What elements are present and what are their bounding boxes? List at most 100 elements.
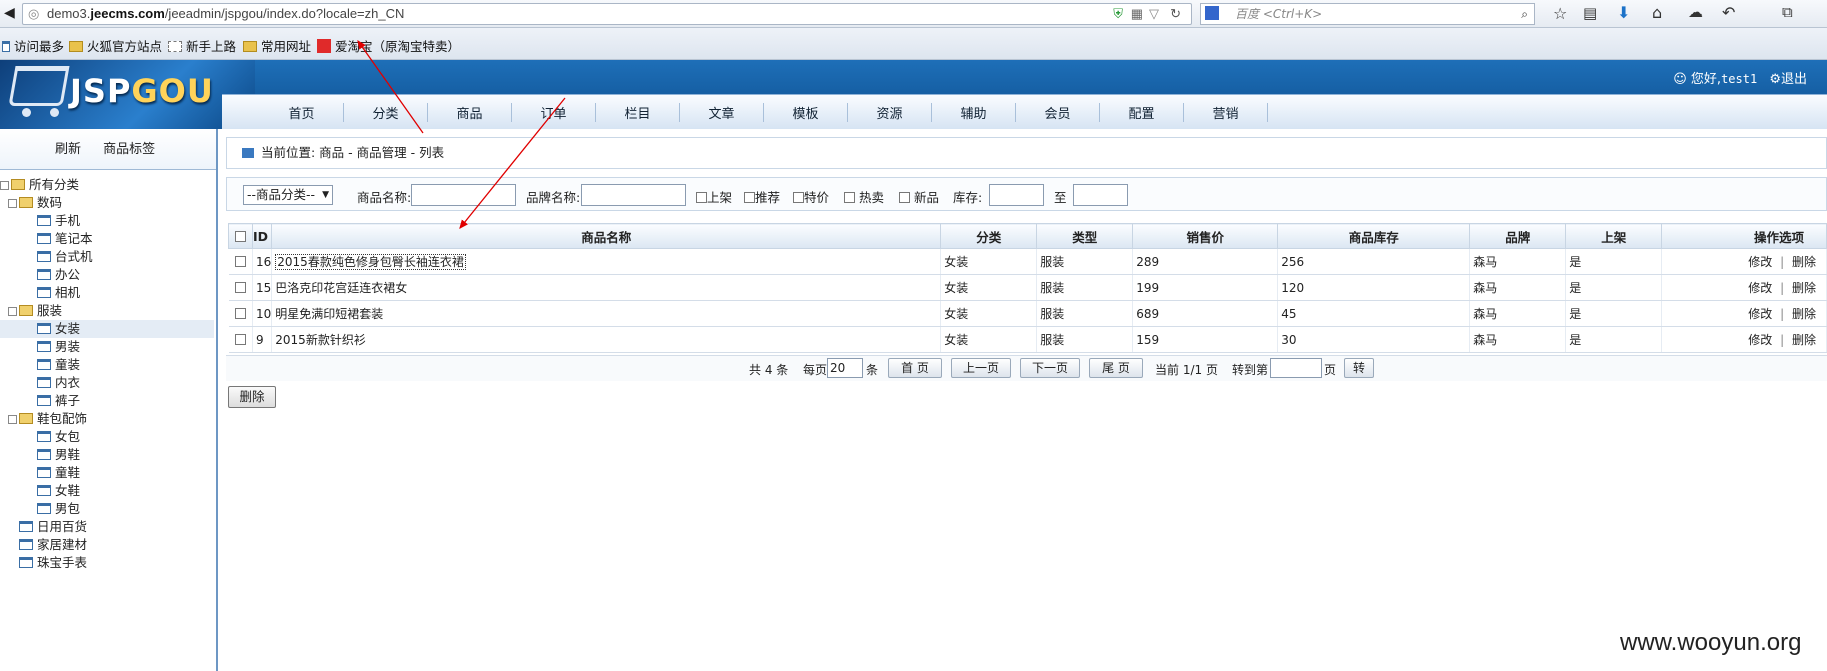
select-all-checkbox[interactable] [235,230,246,242]
nav-order[interactable]: 订单 [512,103,596,122]
nav-member[interactable]: 会员 [1016,103,1100,122]
delete-button[interactable]: 删除 [228,386,276,408]
checkbox[interactable] [899,192,910,203]
tree-item[interactable]: 数码 [0,194,214,212]
checkbox[interactable] [793,192,804,203]
nav-product[interactable]: 商品 [428,103,512,122]
crop-icon[interactable]: ⧉ [1782,3,1793,21]
prev-page-button[interactable]: 上一页 [951,358,1011,378]
nav-marketing[interactable]: 营销 [1184,103,1268,122]
bookmark-getting-started[interactable]: 新手上路 [168,36,236,55]
tree-item[interactable]: 男鞋 [0,446,214,464]
product-tags-link[interactable]: 商品标签 [103,142,155,157]
first-page-button[interactable]: 首 页 [888,358,942,378]
brand-name-input[interactable] [581,184,686,206]
tree-item[interactable]: 珠宝手表 [0,554,214,572]
nav-category[interactable]: 分类 [344,103,428,122]
delete-link[interactable]: 删除 [1792,333,1816,347]
tree-item[interactable]: 内衣 [0,374,214,392]
bookmark-most-visited[interactable]: 访问最多 [2,36,64,55]
goto-page-input[interactable] [1270,358,1322,378]
checkbox[interactable] [696,192,707,203]
row-select[interactable] [228,300,253,327]
address-bar[interactable]: ◎ demo3.jeecms.com/jeeadmin/jspgou/index… [22,3,1192,25]
collapse-icon[interactable] [0,181,9,190]
nav-resource[interactable]: 资源 [848,103,932,122]
row-checkbox[interactable] [234,255,246,267]
tree-item[interactable]: 女装 [0,320,214,338]
tree-item[interactable]: 相机 [0,284,214,302]
reading-list-icon[interactable]: ▤ [1583,4,1597,22]
new-filter[interactable]: 新品 [899,187,939,206]
tree-item[interactable]: 所有分类 [0,176,214,194]
checkbox[interactable] [844,192,855,203]
stock-min-input[interactable] [989,184,1044,206]
nav-assist[interactable]: 辅助 [932,103,1016,122]
row-checkbox[interactable] [234,307,246,319]
select-all-header[interactable] [228,223,253,249]
dropdown-icon[interactable]: ▽ [1149,4,1159,24]
goto-button[interactable]: 转 [1344,358,1374,378]
tree-item[interactable]: 童装 [0,356,214,374]
row-checkbox[interactable] [234,281,246,293]
tree-item[interactable]: 笔记本 [0,230,214,248]
product-name-input[interactable] [411,184,516,206]
hot-filter[interactable]: 热卖 [844,187,884,206]
tree-item[interactable]: 女鞋 [0,482,214,500]
logout-link[interactable]: ⚙退出 [1769,72,1807,87]
bookmark-aitaobao[interactable]: 爱淘宝（原淘宝特卖） [317,36,460,55]
tree-item[interactable]: 台式机 [0,248,214,266]
category-select[interactable]: --商品分类-- ▼ [243,185,333,205]
download-icon[interactable]: ⬇ [1617,3,1630,22]
nav-home[interactable]: 首页 [260,103,344,122]
nav-template[interactable]: 模板 [764,103,848,122]
delete-link[interactable]: 删除 [1792,281,1816,295]
edit-link[interactable]: 修改 [1748,255,1772,269]
row-select[interactable] [228,326,253,353]
delete-link[interactable]: 删除 [1792,307,1816,321]
nav-article[interactable]: 文章 [680,103,764,122]
tree-item[interactable]: 家居建材 [0,536,214,554]
shield-icon[interactable]: ⛨ [1113,4,1123,24]
nav-column[interactable]: 栏目 [596,103,680,122]
tree-item[interactable]: 男装 [0,338,214,356]
reload-icon[interactable]: ↻ [1170,4,1181,24]
undo-icon[interactable]: ↶ [1722,3,1735,22]
tree-item[interactable]: 女包 [0,428,214,446]
recommend-filter[interactable]: 推荐 [744,187,780,206]
tree-item[interactable]: 童鞋 [0,464,214,482]
chat-icon[interactable]: ☁ [1688,3,1703,21]
tree-item[interactable]: 裤子 [0,392,214,410]
special-filter[interactable]: 特价 [793,187,829,206]
next-page-button[interactable]: 下一页 [1020,358,1080,378]
checkbox[interactable] [744,192,755,203]
onsale-filter[interactable]: 上架 [696,187,732,206]
home-icon[interactable]: ⌂ [1652,3,1662,22]
collapse-icon[interactable] [8,307,17,316]
qr-icon[interactable]: ▦ [1131,4,1143,24]
bookmark-firefox-site[interactable]: 火狐官方站点 [69,36,162,55]
tree-item[interactable]: 办公 [0,266,214,284]
collapse-icon[interactable] [8,415,17,424]
tree-item[interactable]: 男包 [0,500,214,518]
search-icon[interactable]: ⌕ [1521,4,1528,24]
back-icon[interactable]: ◀ [4,5,15,21]
refresh-link[interactable]: 刷新 [55,142,81,157]
search-input[interactable]: 百度 <Ctrl+K> ⌕ [1200,3,1535,25]
stock-max-input[interactable] [1073,184,1128,206]
tree-item[interactable]: 鞋包配饰 [0,410,214,428]
nav-config[interactable]: 配置 [1100,103,1184,122]
row-select[interactable] [228,248,253,275]
collapse-icon[interactable] [8,199,17,208]
edit-link[interactable]: 修改 [1748,281,1772,295]
edit-link[interactable]: 修改 [1748,307,1772,321]
bookmark-star-icon[interactable]: ☆ [1553,4,1567,23]
last-page-button[interactable]: 尾 页 [1089,358,1143,378]
per-page-input[interactable]: 20 [827,358,863,378]
row-checkbox[interactable] [234,333,246,345]
tree-item[interactable]: 手机 [0,212,214,230]
edit-link[interactable]: 修改 [1748,333,1772,347]
tree-item[interactable]: 日用百货 [0,518,214,536]
tree-item[interactable]: 服装 [0,302,214,320]
bookmark-common-sites[interactable]: 常用网址 [243,36,311,55]
